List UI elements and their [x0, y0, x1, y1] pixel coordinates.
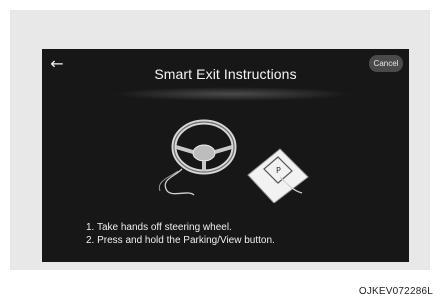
smart-exit-illustration: P: [158, 119, 309, 203]
svg-text:P: P: [276, 166, 281, 175]
parking-view-button-icon: P: [247, 148, 309, 203]
screen-title: Smart Exit Instructions: [154, 66, 297, 82]
instruction-step-2: 2. Press and hold the Parking/View butto…: [86, 235, 275, 246]
instructions-list: 1. Take hands off steering wheel. 2. Pre…: [86, 221, 275, 247]
title-glow: [112, 87, 352, 101]
image-code: OJKEV072286L: [358, 286, 433, 297]
instruction-step-1: 1. Take hands off steering wheel.: [86, 222, 232, 233]
cancel-button[interactable]: Cancel: [369, 55, 403, 72]
steering-wheel-icon: [158, 119, 237, 196]
infotainment-screen: ← Smart Exit Instructions Cancel P 1. Ta…: [42, 49, 409, 262]
